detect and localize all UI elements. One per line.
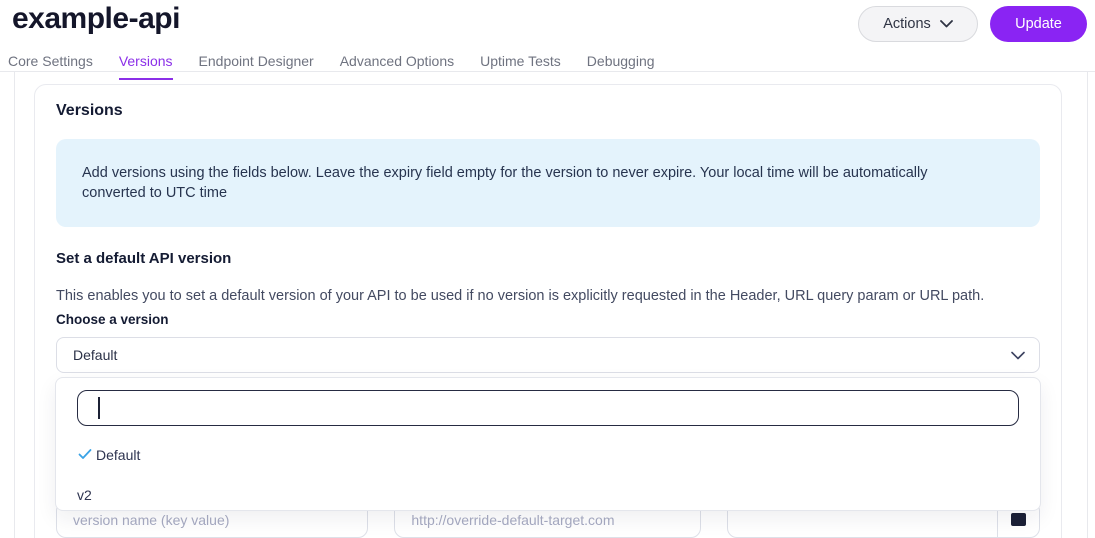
content-area: Versions Add versions using the fields b… — [14, 72, 1088, 538]
tab-bar: Core Settings Versions Endpoint Designer… — [0, 53, 1095, 80]
update-button[interactable]: Update — [990, 6, 1087, 42]
text-caret — [98, 397, 100, 419]
page-header: example-api Actions Update — [0, 0, 1095, 53]
api-title: example-api — [12, 2, 180, 35]
version-dropdown-panel: Default v2 — [55, 377, 1041, 511]
info-banner: Add versions using the fields below. Lea… — [56, 139, 1040, 227]
version-option-list: Default v2 — [77, 434, 1019, 514]
option-label: v2 — [77, 486, 92, 503]
version-select-value: Default — [73, 347, 118, 363]
option-default[interactable]: Default — [77, 434, 1019, 474]
version-select[interactable]: Default — [56, 337, 1040, 373]
actions-button-label: Actions — [883, 16, 931, 32]
option-label: Default — [96, 446, 141, 463]
chevron-down-icon — [1011, 351, 1025, 360]
calendar-icon — [1011, 513, 1026, 526]
update-button-label: Update — [1015, 16, 1062, 32]
actions-button[interactable]: Actions — [858, 6, 978, 42]
card-title: Versions — [56, 102, 123, 119]
chevron-down-icon — [939, 20, 953, 28]
default-version-description: This enables you to set a default versio… — [56, 288, 985, 304]
version-search-input[interactable] — [77, 390, 1019, 426]
info-banner-text: Add versions using the fields below. Lea… — [82, 165, 928, 201]
versions-card: Versions Add versions using the fields b… — [34, 84, 1062, 538]
check-icon — [77, 446, 93, 462]
choose-version-label: Choose a version — [56, 312, 169, 327]
default-version-heading: Set a default API version — [56, 250, 232, 267]
option-v2[interactable]: v2 — [77, 474, 1019, 514]
